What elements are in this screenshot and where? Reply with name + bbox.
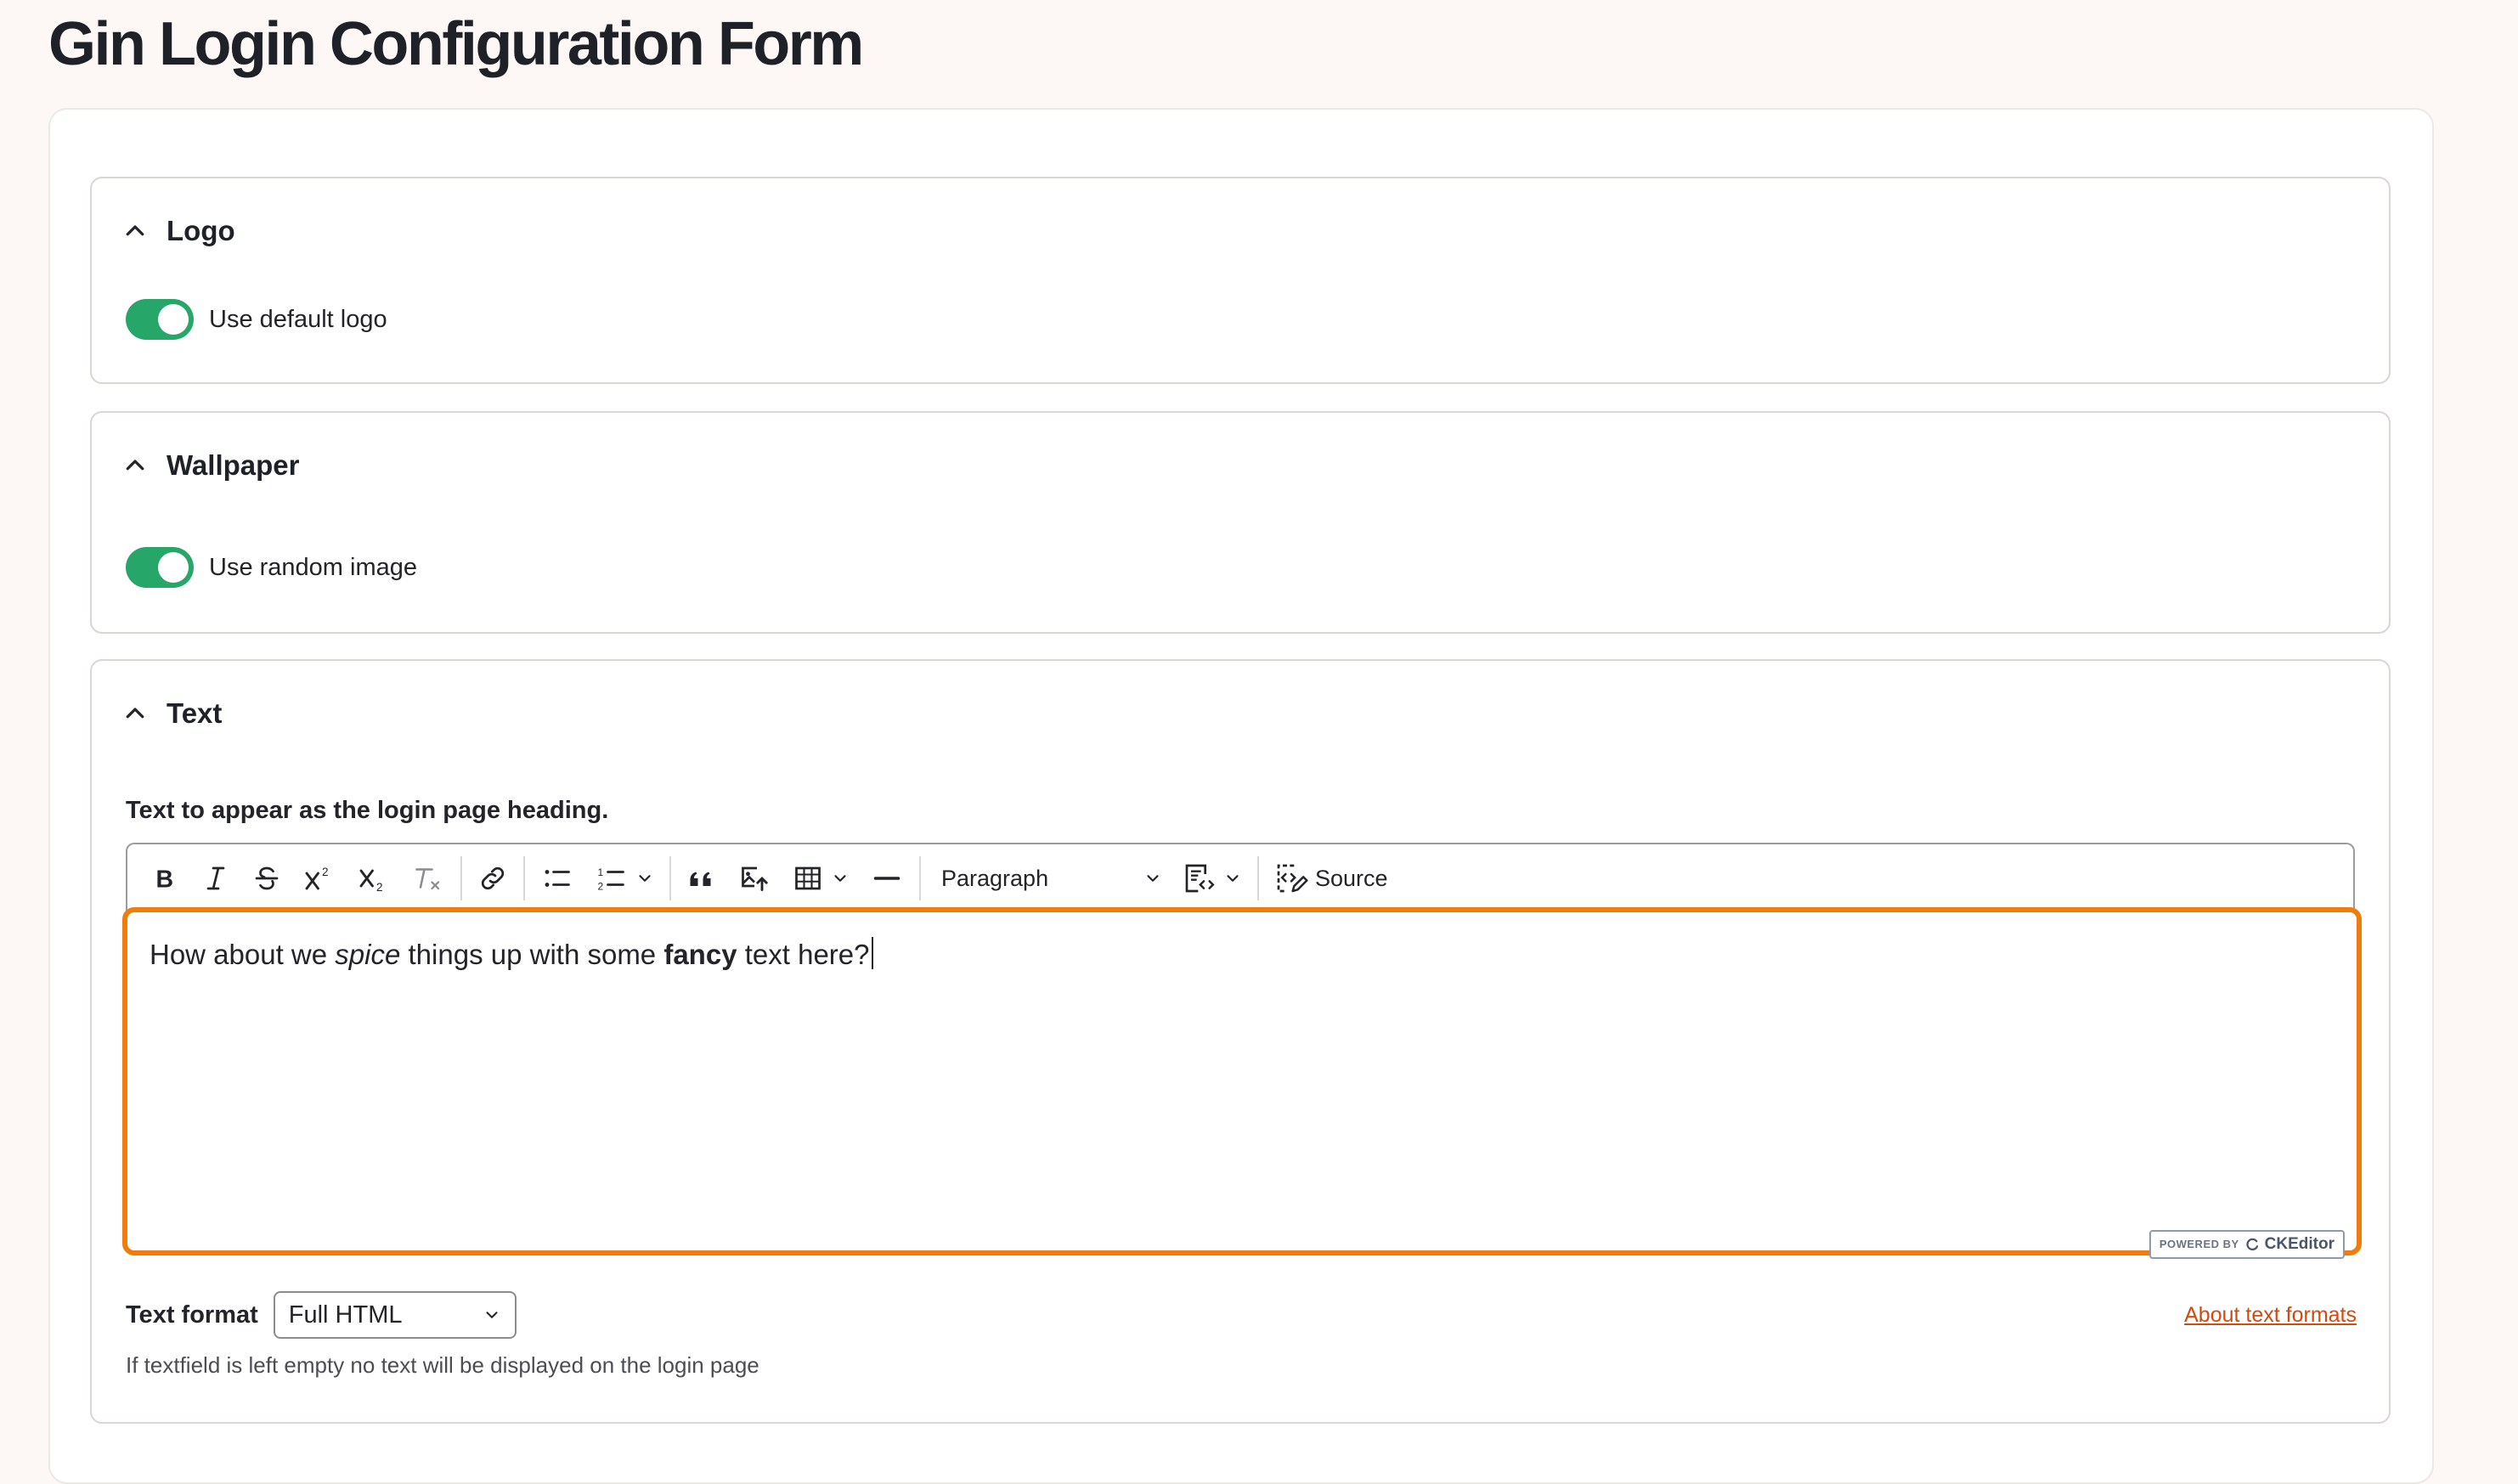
use-random-image-row: Use random image	[126, 547, 417, 588]
text-format-label: Text format	[126, 1301, 258, 1329]
bold-icon: B	[156, 866, 174, 894]
use-default-logo-toggle[interactable]	[126, 299, 194, 340]
text-section-title: Text	[167, 697, 223, 729]
image-upload-button[interactable]	[727, 851, 782, 906]
superscript-icon: 2	[305, 866, 329, 890]
text-caret	[871, 937, 873, 969]
table-button[interactable]	[782, 851, 860, 906]
toolbar-separator	[460, 856, 462, 900]
heading-select-value: Paragraph	[941, 865, 1049, 891]
svg-text:B: B	[156, 866, 174, 894]
svg-text:2: 2	[322, 866, 329, 878]
editor-text-italic: spice	[335, 939, 401, 970]
source-icon	[1277, 864, 1308, 893]
superscript-button[interactable]: 2	[292, 851, 347, 906]
logo-section-title: Logo	[167, 215, 235, 246]
editor-toolbar: B 2 2 12 Paragraph Source	[126, 843, 2355, 912]
horizontal-line-icon	[873, 877, 900, 880]
chevron-down-icon	[1147, 875, 1159, 882]
wallpaper-section: Wallpaper Use random image	[90, 411, 2391, 634]
powered-by-prefix: POWERED BY	[2159, 1238, 2239, 1250]
chevron-down-icon	[639, 875, 651, 882]
bulleted-list-button[interactable]	[530, 851, 584, 906]
numbered-list-button[interactable]: 12	[584, 851, 664, 906]
chevron-up-icon	[126, 708, 144, 719]
table-icon	[795, 866, 821, 890]
logo-section-header[interactable]: Logo	[122, 207, 235, 255]
editor-text-bold: fancy	[663, 939, 737, 970]
blockquote-button[interactable]	[676, 851, 727, 906]
powered-by-ckeditor-badge[interactable]: POWERED BY CKEditor	[2148, 1230, 2345, 1259]
subscript-button[interactable]: 2	[347, 851, 401, 906]
strikethrough-button[interactable]	[241, 851, 292, 906]
heading-rich-text-editor[interactable]: How about we spice things up with some f…	[122, 907, 2362, 1259]
text-format-select[interactable]: Full HTML	[273, 1291, 517, 1339]
image-upload-icon	[742, 866, 768, 891]
horizontal-line-button[interactable]	[860, 851, 914, 906]
use-default-logo-label: Use default logo	[209, 305, 387, 333]
toolbar-separator	[919, 856, 921, 900]
chevron-down-icon	[1227, 875, 1239, 882]
page-title: Gin Login Configuration Form	[48, 10, 864, 78]
editor-text-part: text here?	[737, 939, 870, 970]
source-button[interactable]: Source	[1264, 851, 1398, 906]
toolbar-separator	[523, 856, 525, 900]
logo-section: Logo Use default logo	[90, 177, 2391, 384]
toolbar-separator	[669, 856, 671, 900]
code-block-icon	[1185, 864, 1215, 893]
powered-by-brand: CKEditor	[2264, 1235, 2335, 1253]
link-icon	[481, 866, 505, 890]
editor-text-part: things up with some	[400, 939, 664, 970]
numbered-list-icon: 12	[598, 866, 624, 893]
ckeditor-logo-icon	[2246, 1238, 2258, 1250]
editor-text-part: How about we	[150, 939, 336, 970]
toggle-knob	[158, 304, 189, 335]
text-format-row: Text format Full HTML	[126, 1291, 517, 1339]
toggle-knob	[158, 552, 189, 583]
blockquote-icon	[690, 872, 711, 886]
svg-text:1: 1	[598, 866, 604, 878]
svg-text:2: 2	[376, 881, 383, 894]
subscript-icon: 2	[359, 869, 383, 894]
source-label: Source	[1315, 865, 1388, 891]
remove-format-icon	[415, 868, 440, 890]
chevron-up-icon	[126, 225, 144, 236]
svg-text:2: 2	[598, 881, 604, 893]
toolbar-separator	[1257, 856, 1259, 900]
text-section-header[interactable]: Text	[122, 690, 222, 737]
wallpaper-section-header[interactable]: Wallpaper	[122, 442, 299, 489]
use-random-image-label: Use random image	[209, 553, 417, 581]
italic-icon	[206, 866, 225, 890]
chevron-down-icon	[834, 875, 846, 882]
link-button[interactable]	[467, 851, 518, 906]
bold-button[interactable]: B	[139, 851, 190, 906]
text-format-value: Full HTML	[288, 1301, 403, 1329]
heading-select[interactable]: Paragraph	[926, 851, 1172, 906]
strikethrough-icon	[255, 866, 279, 890]
code-block-button[interactable]	[1172, 851, 1252, 906]
chevron-up-icon	[126, 460, 144, 471]
bulleted-list-icon	[545, 870, 570, 887]
heading-field-label: Text to appear as the login page heading…	[126, 797, 609, 824]
text-format-help: If textfield is left empty no text will …	[126, 1352, 759, 1378]
italic-button[interactable]	[190, 851, 241, 906]
remove-format-button[interactable]	[401, 851, 455, 906]
about-text-formats-link[interactable]: About text formats	[2184, 1303, 2357, 1328]
use-random-image-toggle[interactable]	[126, 547, 194, 588]
use-default-logo-row: Use default logo	[126, 299, 387, 340]
wallpaper-section-title: Wallpaper	[167, 449, 300, 481]
text-section: Text Text to appear as the login page he…	[90, 659, 2391, 1424]
chevron-down-icon	[486, 1312, 498, 1318]
